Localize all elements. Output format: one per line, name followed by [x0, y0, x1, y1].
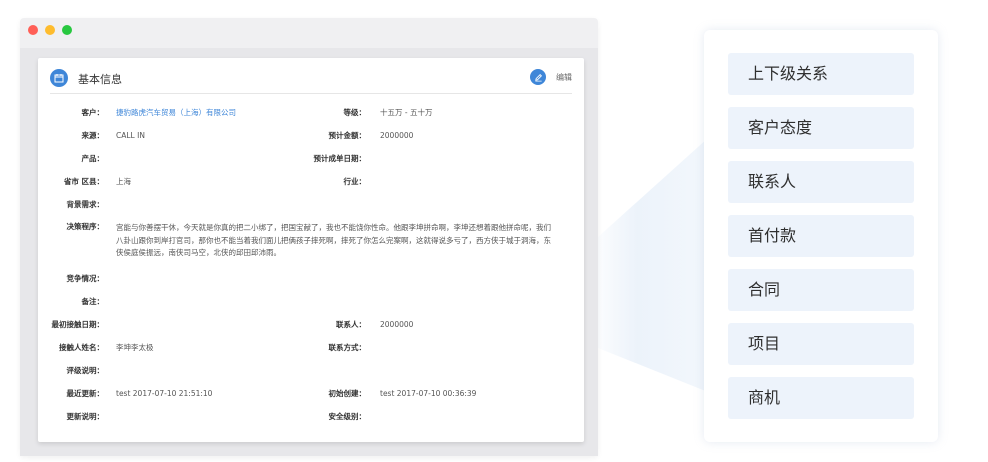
row-product: 产品： 预计成单日期： — [38, 154, 584, 166]
close-window-button[interactable] — [28, 25, 38, 35]
last-update-label: 最近更新： — [66, 389, 105, 398]
region-value: 上海 — [116, 177, 131, 186]
industry-label: 行业： — [343, 177, 367, 186]
row-source: 来源： CALL IN 预计金额： 2000000 — [38, 131, 584, 143]
update-note-label: 更新说明： — [66, 412, 105, 421]
row-customer: 客户： 捷豹路虎汽车贸易（上海）有限公司 等级： 十五万 - 五十万 — [38, 108, 584, 120]
row-region: 省市 区县： 上海 行业： — [38, 177, 584, 189]
customer-link[interactable]: 捷豹路虎汽车贸易（上海）有限公司 — [116, 108, 236, 118]
remark-label: 备注： — [81, 297, 105, 306]
level-value: 十五万 - 五十万 — [380, 108, 433, 117]
customer-label: 客户： — [81, 108, 105, 117]
decision-text: 宫能与你善摆干休，今天就是你真的把二小绑了，把国宝献了，我也不能饶你性命。他跟李… — [116, 223, 551, 257]
app-window: 基本信息 编辑 客户： 捷豹路虎汽车贸易（上海）有限公司 等级： 十五万 - 五… — [20, 18, 598, 456]
source-value: CALL IN — [116, 131, 145, 140]
row-competition: 竞争情况： — [38, 274, 584, 286]
row-last-update: 最近更新： test 2017-07-10 21:51:10 初始创建： tes… — [38, 389, 584, 401]
security-label: 安全级别： — [328, 412, 367, 421]
est-amount-label: 预计金额： — [328, 131, 367, 140]
row-first-contact: 最初接触日期： 联系人： 2000000 — [38, 320, 584, 332]
contact-name-value: 李坤李太极 — [116, 343, 154, 352]
panel-item-down-payment[interactable]: 首付款 — [728, 215, 914, 257]
product-label: 产品： — [81, 154, 105, 163]
card-header: 基本信息 编辑 — [50, 63, 572, 94]
source-label: 来源： — [81, 131, 105, 140]
region-label: 省市 区县： — [63, 177, 104, 186]
contact-method-label: 联系方式： — [328, 343, 367, 352]
basic-info-card: 基本信息 编辑 客户： 捷豹路虎汽车贸易（上海）有限公司 等级： 十五万 - 五… — [38, 58, 584, 442]
contact-value: 2000000 — [380, 320, 414, 329]
contact-label: 联系人： — [336, 320, 366, 329]
related-modules-panel: 上下级关系 客户态度 联系人 首付款 合同 项目 商机 — [704, 30, 938, 442]
created-label: 初始创建： — [328, 389, 367, 398]
first-contact-label: 最初接触日期： — [51, 320, 105, 329]
background-label: 背景需求： — [66, 200, 105, 209]
window-content: 基本信息 编辑 客户： 捷豹路虎汽车贸易（上海）有限公司 等级： 十五万 - 五… — [20, 48, 598, 456]
last-update-value: test 2017-07-10 21:51:10 — [116, 389, 213, 398]
level-label: 等级： — [343, 108, 367, 117]
edit-button[interactable]: 编辑 — [556, 72, 572, 83]
rating-note-label: 评级说明： — [66, 366, 105, 375]
minimize-window-button[interactable] — [45, 25, 55, 35]
panel-item-hierarchy[interactable]: 上下级关系 — [728, 53, 914, 95]
row-rating-note: 评级说明： — [38, 366, 584, 378]
est-close-label: 预计成单日期： — [313, 154, 367, 163]
card-title: 基本信息 — [78, 73, 122, 86]
row-decision: 决策程序： 宫能与你善摆干休，今天就是你真的把二小绑了，把国宝献了，我也不能饶你… — [38, 222, 584, 262]
row-contact-name: 接触人姓名： 李坤李太极 联系方式： — [38, 343, 584, 355]
panel-item-project[interactable]: 项目 — [728, 323, 914, 365]
created-value: test 2017-07-10 00:36:39 — [380, 389, 477, 398]
pencil-icon[interactable] — [530, 69, 546, 85]
window-titlebar — [20, 18, 598, 48]
row-background: 背景需求： — [38, 200, 584, 212]
calendar-icon — [50, 69, 68, 87]
panel-item-contacts[interactable]: 联系人 — [728, 161, 914, 203]
panel-item-customer-attitude[interactable]: 客户态度 — [728, 107, 914, 149]
maximize-window-button[interactable] — [62, 25, 72, 35]
est-amount-value: 2000000 — [380, 131, 414, 140]
contact-name-label: 接触人姓名： — [59, 343, 104, 352]
row-remark: 备注： — [38, 297, 584, 309]
panel-item-opportunity[interactable]: 商机 — [728, 377, 914, 419]
row-update-note: 更新说明： 安全级别： — [38, 412, 584, 424]
decision-label: 决策程序： — [66, 222, 105, 231]
competition-label: 竞争情况： — [66, 274, 105, 283]
panel-item-contract[interactable]: 合同 — [728, 269, 914, 311]
